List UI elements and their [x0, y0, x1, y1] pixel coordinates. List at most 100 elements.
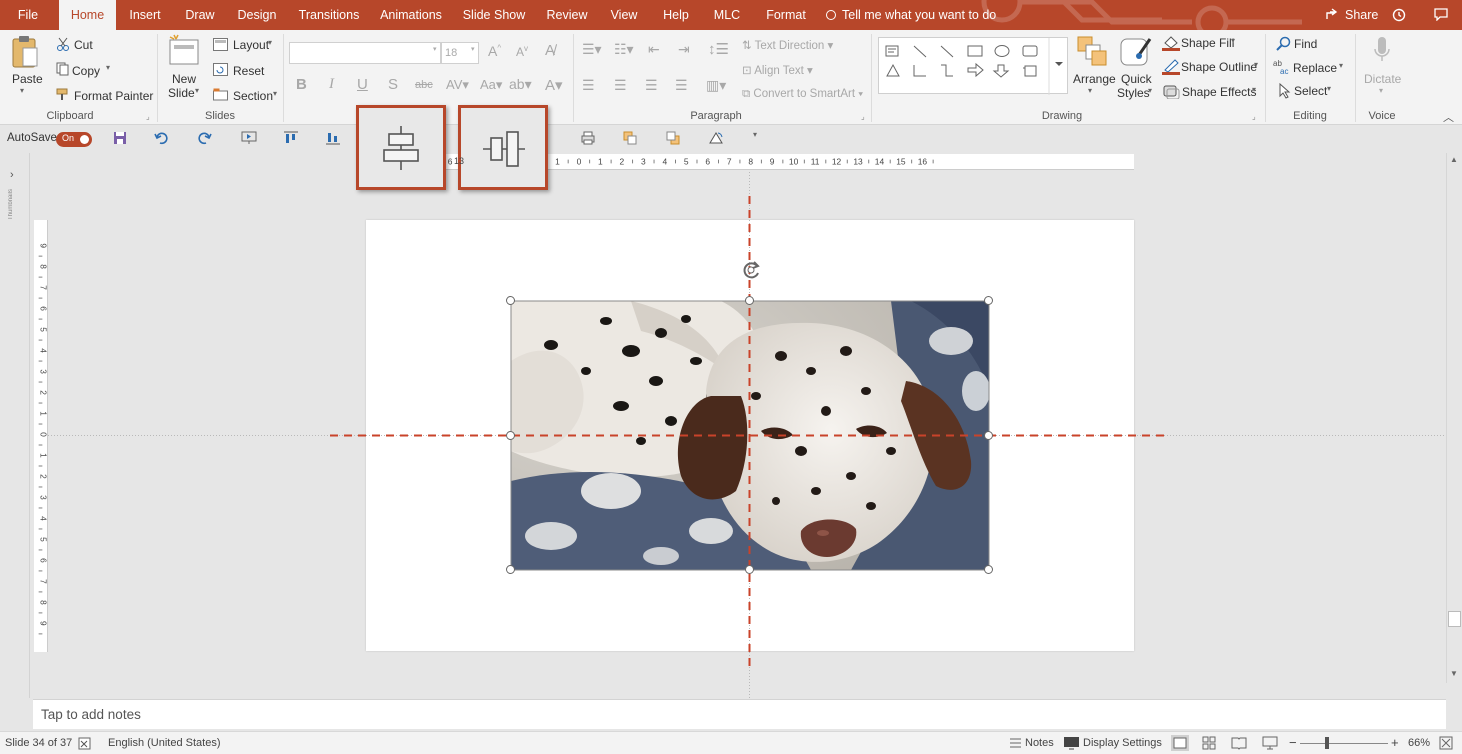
slideshow-view-icon[interactable] [1262, 736, 1278, 750]
resize-handle-top-right[interactable] [984, 296, 993, 305]
tab-mlc[interactable]: MLC [710, 0, 744, 30]
new-slide-dropdown-icon[interactable]: ▾ [195, 86, 199, 95]
tab-design[interactable]: Design [234, 0, 280, 30]
resize-handle-right[interactable] [984, 431, 993, 440]
reset-button[interactable]: Reset [233, 64, 264, 78]
justify-icon[interactable]: ☰ [675, 77, 688, 94]
resize-handle-bottom-right[interactable] [984, 565, 993, 574]
shape-fill-dropdown-icon[interactable]: ▾ [1231, 36, 1235, 45]
align-middle-callout[interactable] [356, 105, 446, 190]
bold-icon[interactable]: B [296, 76, 307, 93]
new-slide-label-1[interactable]: New [172, 72, 196, 86]
paragraph-launcher-icon[interactable]: ⌟ [861, 112, 865, 121]
language-indicator[interactable]: English (United States) [108, 737, 221, 749]
notes-pane[interactable]: Tap to add notes [33, 699, 1446, 729]
scroll-down-icon[interactable]: ▼ [1450, 669, 1458, 678]
paste-dropdown-icon[interactable]: ▾ [20, 86, 24, 95]
history-icon[interactable] [1392, 0, 1406, 30]
quick-styles-label-2[interactable]: Styles [1117, 86, 1150, 100]
change-case-icon[interactable]: Aa▾ [480, 77, 502, 93]
shape-outline-button[interactable]: Shape Outline [1181, 60, 1257, 74]
vertical-scrollbar[interactable]: ▲ ▼ [1446, 153, 1462, 683]
present-from-start-icon[interactable] [241, 131, 257, 145]
save-icon[interactable] [113, 131, 127, 145]
rotate-handle-icon[interactable] [740, 259, 762, 281]
scroll-thumb[interactable] [1448, 611, 1461, 627]
align-left-icon[interactable]: ☰ [582, 77, 595, 94]
italic-icon[interactable]: I [329, 76, 334, 93]
tab-transitions[interactable]: Transitions [296, 0, 362, 30]
tab-file[interactable]: File [8, 0, 48, 30]
layout-dropdown-icon[interactable]: ▾ [268, 38, 272, 47]
section-dropdown-icon[interactable]: ▾ [273, 89, 277, 98]
shape-outline-dropdown-icon[interactable]: ▾ [1254, 60, 1258, 69]
arrange-icon[interactable] [1076, 35, 1108, 72]
shape-effects-dropdown-icon[interactable]: ▾ [1252, 85, 1256, 94]
font-name-input[interactable] [289, 42, 441, 64]
resize-handle-bottom[interactable] [745, 565, 754, 574]
fit-to-window-icon[interactable] [1439, 736, 1453, 750]
shape-fill-button[interactable]: Shape Fill [1181, 36, 1234, 50]
tell-me-search[interactable]: Tell me what you want to do [826, 0, 996, 30]
align-center-callout[interactable]: 13 [454, 105, 548, 190]
collapse-ribbon-icon[interactable]: ︿ [1443, 109, 1454, 125]
tab-review[interactable]: Review [544, 0, 590, 30]
thumbnails-label[interactable]: Thumbnails [8, 189, 14, 220]
bring-forward-icon[interactable] [623, 131, 637, 145]
resize-handle-top[interactable] [745, 296, 754, 305]
format-painter-button[interactable]: Format Painter [74, 89, 153, 103]
columns-icon[interactable]: ▥▾ [706, 77, 726, 94]
dictate-dropdown-icon[interactable]: ▾ [1379, 86, 1383, 95]
text-direction-button[interactable]: ⇅ Text Direction ▾ [742, 38, 833, 52]
quick-styles-dropdown-icon[interactable]: ▾ [1148, 86, 1152, 95]
undo-icon[interactable] [154, 131, 168, 145]
replace-dropdown-icon[interactable]: ▾ [1339, 61, 1343, 70]
send-backward-icon[interactable] [666, 131, 680, 145]
slide-counter[interactable]: Slide 34 of 37 [5, 737, 72, 749]
shape-effects-button[interactable]: Shape Effects [1182, 85, 1257, 99]
autosave-toggle[interactable]: On [56, 132, 92, 147]
section-button[interactable]: Section [233, 89, 273, 103]
cut-button[interactable]: Cut [74, 38, 93, 52]
paste-icon[interactable] [11, 34, 39, 73]
arrange-label[interactable]: Arrange [1073, 72, 1116, 86]
tab-home[interactable]: Home [59, 0, 116, 30]
reading-view-icon[interactable] [1231, 736, 1247, 750]
quick-styles-label-1[interactable]: Quick [1121, 72, 1152, 86]
microphone-icon[interactable] [1373, 36, 1391, 69]
clipboard-launcher-icon[interactable]: ⌟ [146, 112, 150, 121]
quick-styles-icon[interactable] [1119, 35, 1153, 72]
spelling-check-icon[interactable] [78, 737, 94, 750]
dalmatian-puppy-image[interactable] [511, 301, 989, 570]
tab-draw[interactable]: Draw [180, 0, 220, 30]
clear-formatting-icon[interactable]: A̸ [545, 42, 555, 59]
layout-button[interactable]: Layout [233, 38, 269, 52]
new-slide-label-2[interactable]: Slide [168, 86, 195, 100]
redo-icon[interactable] [198, 131, 212, 145]
font-name-dropdown-icon[interactable]: ▾ [433, 45, 437, 53]
char-spacing-icon[interactable]: AV▾ [446, 77, 469, 93]
customize-qat-icon[interactable]: ▾ [753, 130, 757, 139]
align-center-icon[interactable]: ☰ [614, 77, 627, 94]
underline-icon[interactable]: U [357, 76, 368, 93]
copy-button[interactable]: Copy [72, 64, 100, 78]
convert-smartart-button[interactable]: ⧉ Convert to SmartArt ▾ [742, 88, 863, 101]
replace-button[interactable]: Replace [1293, 61, 1337, 75]
tab-slide-show[interactable]: Slide Show [460, 0, 528, 30]
notes-placeholder[interactable]: Tap to add notes [41, 707, 141, 722]
zoom-in-button[interactable]: + [1391, 735, 1399, 750]
zoom-out-button[interactable]: − [1289, 735, 1297, 750]
display-settings-button[interactable]: Display Settings [1083, 737, 1162, 749]
paste-label[interactable]: Paste [12, 72, 43, 86]
zoom-level[interactable]: 66% [1408, 737, 1430, 749]
rotate-icon[interactable] [708, 131, 724, 145]
line-spacing-icon[interactable]: ↕☰ [708, 40, 729, 58]
tab-view[interactable]: View [606, 0, 642, 30]
vertical-ruler[interactable]: 9 8 7 6 5 4 3 2 1 0 1 2 3 4 5 6 7 8 9 [34, 220, 48, 652]
zoom-slider-track[interactable] [1300, 743, 1388, 744]
align-right-icon[interactable]: ☰ [645, 77, 658, 94]
align-top-icon[interactable] [283, 131, 299, 145]
tab-animations[interactable]: Animations [378, 0, 444, 30]
normal-view-icon[interactable] [1171, 735, 1189, 751]
new-slide-icon[interactable] [168, 34, 200, 71]
